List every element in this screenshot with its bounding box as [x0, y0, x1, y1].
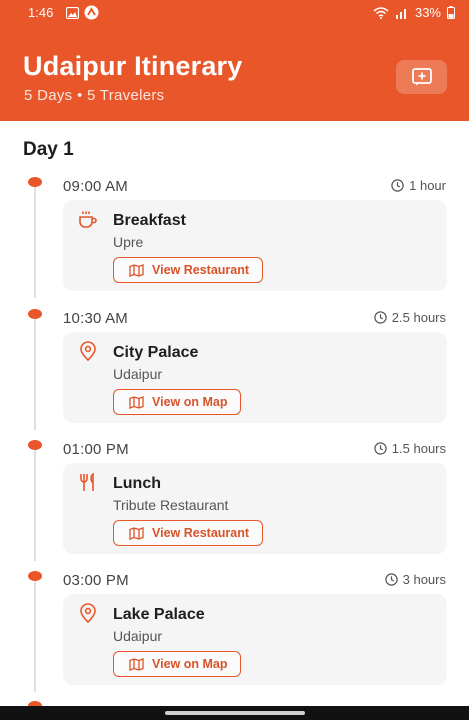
add-to-itinerary-button[interactable] [396, 60, 447, 94]
add-bookmark-icon [411, 68, 432, 86]
activity-title: Lunch [113, 475, 161, 492]
timeline-item: 09:00 AM 1 hour Breakfast Upre View Rest… [0, 177, 469, 308]
activity-card[interactable]: City Palace Udaipur View on Map [63, 332, 447, 423]
activity-location: Udaipur [113, 628, 163, 644]
view-restaurant-button[interactable]: View Restaurant [113, 520, 264, 546]
timeline-dot [28, 177, 42, 187]
activity-location: Tribute Restaurant [113, 497, 229, 513]
item-time: 09:00 AM [63, 178, 128, 195]
home-gesture-handle[interactable] [165, 711, 305, 715]
timeline-line [34, 187, 36, 298]
fork-knife-icon [80, 472, 94, 491]
page-subtitle: 5 Days • 5 Travelers [24, 87, 165, 104]
activity-card[interactable]: Breakfast Upre View Restaurant [63, 200, 447, 291]
app-header: 1:46 33% Udaipur Itinerary 5 Days • 5 Tr… [0, 0, 469, 121]
activity-title: Lake Palace [113, 606, 205, 623]
item-duration: 2.5 hours [374, 310, 446, 325]
app-notification-icon [84, 5, 99, 20]
timeline-item: 10:30 AM 2.5 hours City Palace Udaipur V… [0, 309, 469, 440]
day-heading: Day 1 [23, 139, 74, 160]
battery-icon [447, 6, 455, 19]
activity-location: Udaipur [113, 366, 163, 382]
item-time: 10:30 AM [63, 310, 128, 327]
itinerary-content[interactable]: Day 1 09:00 AM 1 hour Breakfast Upre Vie… [0, 121, 469, 720]
map-icon [129, 657, 144, 671]
clock-icon [374, 442, 387, 455]
map-icon [129, 526, 144, 540]
item-time: 01:00 PM [63, 441, 129, 458]
activity-card[interactable]: Lunch Tribute Restaurant View Restaurant [63, 463, 447, 554]
battery-percent: 33% [414, 5, 441, 20]
image-notification-icon [66, 6, 79, 19]
clock-icon [391, 179, 404, 192]
timeline-line [34, 581, 36, 692]
location-pin-icon [80, 341, 96, 362]
cup-icon [79, 211, 97, 228]
clock-icon [374, 311, 387, 324]
timeline-line [34, 319, 36, 430]
activity-title: Breakfast [113, 212, 186, 229]
item-duration: 1 hour [391, 178, 446, 193]
signal-icon [395, 8, 406, 19]
timeline-item: 03:00 PM 3 hours Lake Palace Udaipur Vie… [0, 571, 469, 702]
view-restaurant-button[interactable]: View Restaurant [113, 257, 264, 283]
activity-card[interactable]: Lake Palace Udaipur View on Map [63, 594, 447, 685]
item-time: 03:00 PM [63, 572, 129, 589]
view-on-map-button[interactable]: View on Map [113, 389, 242, 415]
activity-location: Upre [113, 234, 144, 250]
status-time: 1:46 [28, 5, 54, 20]
wifi-icon [373, 6, 389, 19]
timeline-dot [28, 571, 42, 581]
map-icon [129, 263, 144, 277]
activity-title: City Palace [113, 344, 199, 361]
page-title: Udaipur Itinerary [23, 51, 243, 81]
view-on-map-button[interactable]: View on Map [113, 651, 242, 677]
timeline-line [34, 450, 36, 561]
timeline-dot [28, 309, 42, 319]
timeline-item: 01:00 PM 1.5 hours Lunch Tribute Restaur… [0, 440, 469, 571]
location-pin-icon [80, 603, 96, 624]
clock-icon [384, 573, 398, 586]
item-duration: 1.5 hours [374, 441, 446, 456]
status-bar: 1:46 33% [0, 0, 469, 26]
item-duration: 3 hours [384, 572, 446, 587]
timeline-dot [28, 440, 42, 450]
map-icon [129, 395, 144, 409]
